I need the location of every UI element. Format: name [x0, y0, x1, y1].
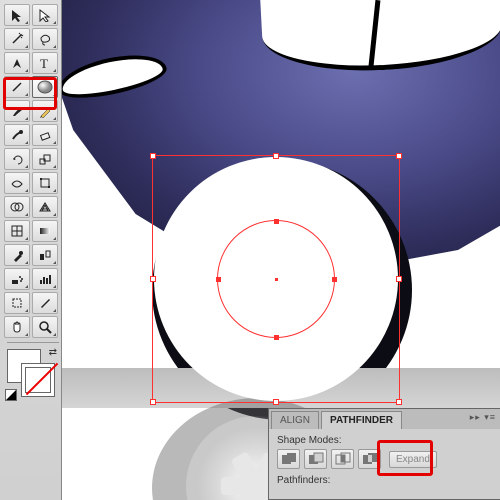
line-segment-tool[interactable] — [4, 76, 30, 98]
panel-options-icon[interactable]: ▸▸ ▾≡ — [470, 412, 496, 423]
magic-wand-tool[interactable] — [4, 28, 30, 50]
selection-center-icon — [275, 278, 278, 281]
blend-tool[interactable] — [32, 244, 58, 266]
anchor-point[interactable] — [216, 277, 221, 282]
anchor-point[interactable] — [274, 219, 279, 224]
tab-pathfinder[interactable]: PATHFINDER — [321, 411, 402, 429]
anchor-point[interactable] — [332, 277, 337, 282]
bbox-handle[interactable] — [150, 399, 156, 405]
bbox-handle[interactable] — [396, 399, 402, 405]
bbox-handle[interactable] — [273, 153, 279, 159]
lasso-tool[interactable] — [32, 28, 58, 50]
stroke-swatch[interactable] — [21, 363, 55, 397]
default-fill-stroke-icon[interactable] — [5, 389, 17, 401]
slice-tool[interactable] — [32, 292, 58, 314]
pen-tool[interactable] — [4, 52, 30, 74]
eraser-tool[interactable] — [32, 124, 58, 146]
swap-fill-stroke-icon[interactable]: ⇄ — [49, 347, 57, 358]
svg-text:T: T — [40, 56, 48, 70]
perspective-grid-tool[interactable] — [32, 196, 58, 218]
rotate-tool[interactable] — [4, 148, 30, 170]
toolbox-panel: T — [0, 0, 62, 500]
selection-tool[interactable] — [4, 4, 30, 26]
shape-modes-label: Shape Modes: — [277, 435, 492, 446]
mesh-tool[interactable] — [4, 220, 30, 242]
anchor-point[interactable] — [274, 335, 279, 340]
fill-stroke-swatches[interactable]: ⇄ — [5, 347, 59, 401]
bbox-handle[interactable] — [273, 399, 279, 405]
shape-builder-tool[interactable] — [4, 196, 30, 218]
blob-brush-tool[interactable] — [4, 124, 30, 146]
pencil-tool[interactable] — [32, 100, 58, 122]
shape-mode-intersect[interactable] — [331, 449, 354, 469]
pathfinders-label: Pathfinders: — [277, 475, 492, 486]
free-transform-tool[interactable] — [32, 172, 58, 194]
eyedropper-tool[interactable] — [4, 244, 30, 266]
gradient-tool[interactable] — [32, 220, 58, 242]
type-tool[interactable]: T — [32, 52, 58, 74]
tab-align[interactable]: ALIGN — [271, 411, 319, 429]
artboard-tool[interactable] — [4, 292, 30, 314]
shape-mode-exclude[interactable] — [358, 449, 381, 469]
bbox-handle[interactable] — [150, 276, 156, 282]
shape-mode-unite[interactable] — [277, 449, 300, 469]
symbol-sprayer-tool[interactable] — [4, 268, 30, 290]
bbox-handle[interactable] — [150, 153, 156, 159]
width-tool[interactable] — [4, 172, 30, 194]
shape-mode-minus-front[interactable] — [304, 449, 327, 469]
pathfinder-panel: ALIGN PATHFINDER ▸▸ ▾≡ Shape Modes: Expa… — [268, 408, 500, 500]
scale-tool[interactable] — [32, 148, 58, 170]
ellipse-tool[interactable] — [32, 76, 58, 98]
expand-button[interactable]: Expand — [389, 451, 437, 468]
zoom-tool[interactable] — [32, 316, 58, 338]
direct-selection-tool[interactable] — [32, 4, 58, 26]
bbox-handle[interactable] — [396, 276, 402, 282]
bbox-handle[interactable] — [396, 153, 402, 159]
hand-tool[interactable] — [4, 316, 30, 338]
column-graph-tool[interactable] — [32, 268, 58, 290]
paintbrush-tool[interactable] — [4, 100, 30, 122]
